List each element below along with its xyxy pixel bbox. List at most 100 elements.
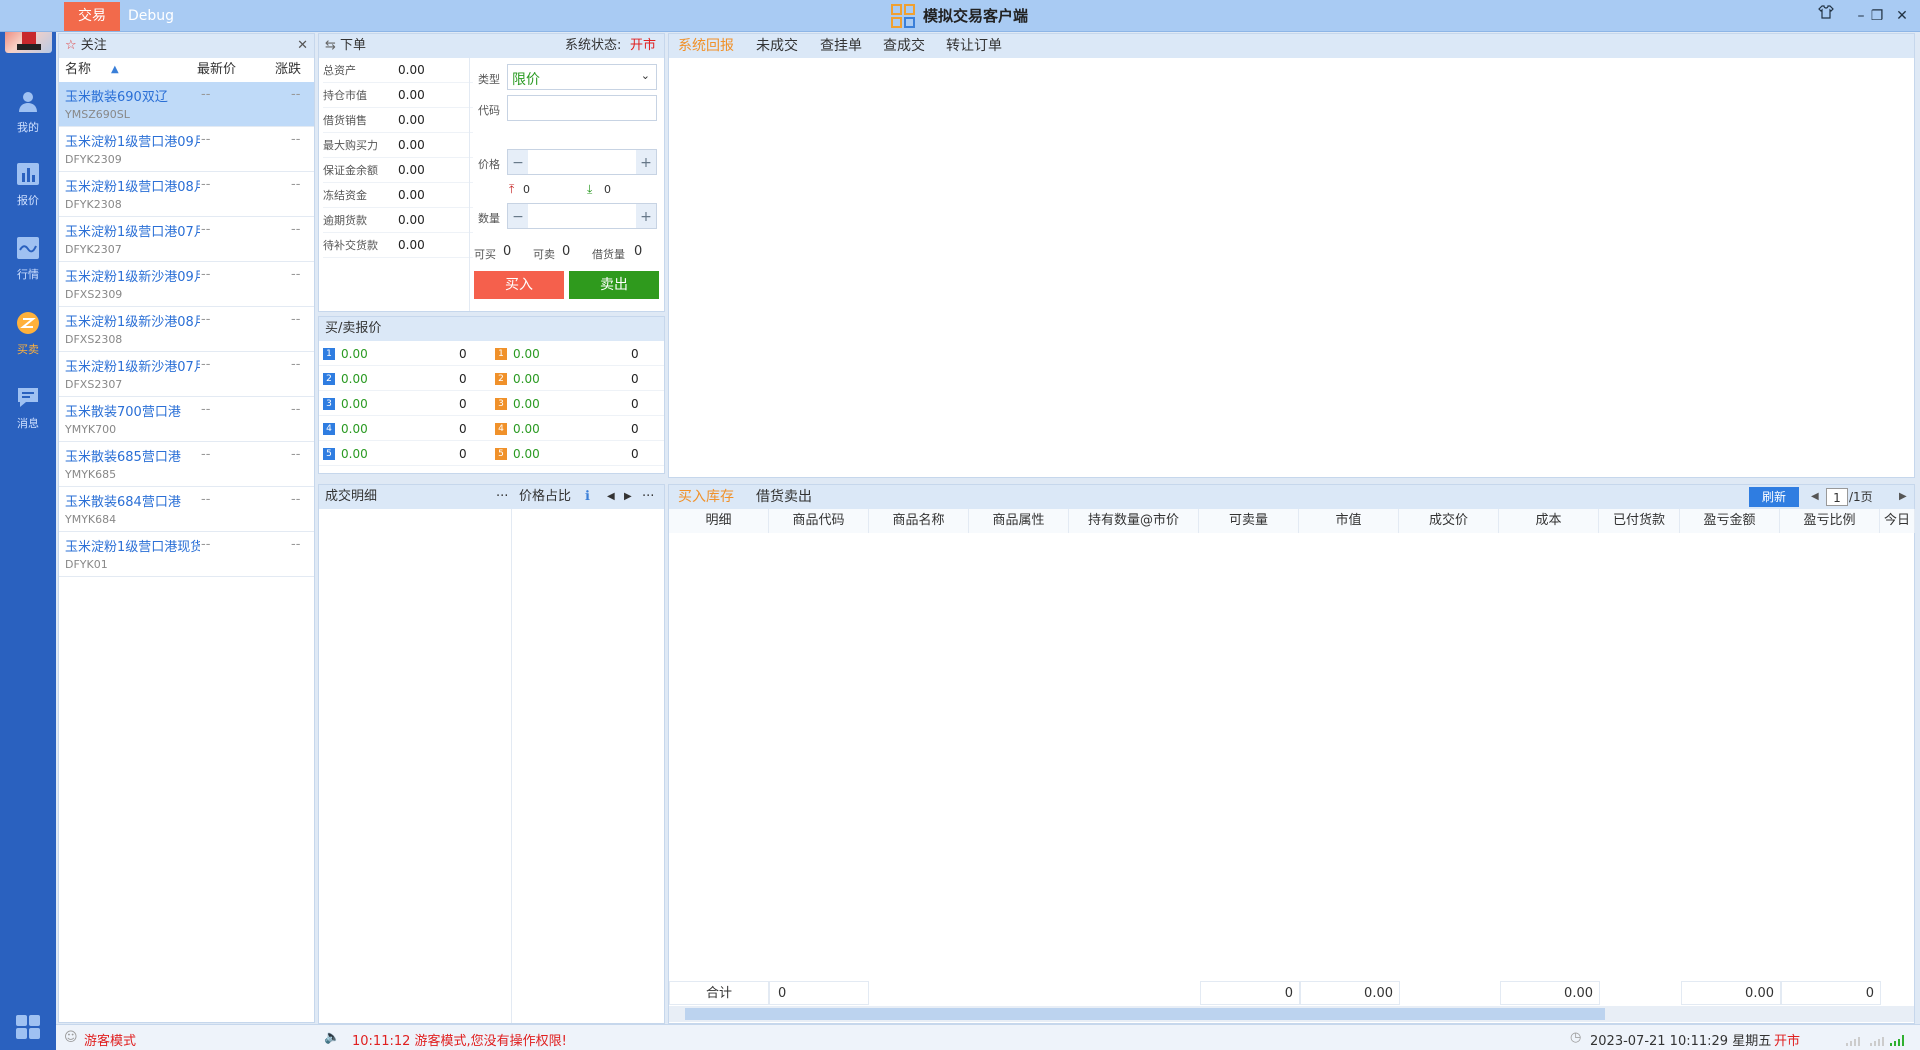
code-input[interactable] [507, 95, 657, 121]
col-name[interactable]: 名称 [65, 62, 91, 77]
info-icon[interactable]: ℹ [585, 485, 590, 509]
price-stepper[interactable]: − + [507, 149, 657, 175]
qty-decrement[interactable]: − [508, 204, 528, 228]
column-header[interactable]: 成本 [1499, 509, 1599, 533]
watchlist-item[interactable]: 玉米淀粉1级营口港07月 DFYK2307 -- -- [59, 217, 314, 262]
page-input[interactable]: 1 [1826, 488, 1848, 506]
tab-unfilled[interactable]: 未成交 [756, 34, 798, 58]
column-header[interactable]: 市值 [1299, 509, 1399, 533]
tab-filled[interactable]: 查成交 [883, 34, 925, 58]
watchlist-item[interactable]: 玉米淀粉1级营口港09月 DFYK2309 -- -- [59, 127, 314, 172]
datetime: 2023-07-21 10:11:29 星期五 [1590, 1034, 1772, 1049]
account-row: 逾期货款 0.00 [323, 208, 473, 233]
column-header[interactable]: 盈亏金额 [1680, 509, 1780, 533]
ratio-more-icon[interactable]: ··· [642, 485, 654, 509]
tab-pending[interactable]: 查挂单 [820, 34, 862, 58]
rail-item-market[interactable]: 行情 [0, 235, 56, 282]
chevron-left-icon[interactable]: ◀ [607, 485, 615, 509]
trades-panel: 成交明细 ··· 价格占比 ℹ ◀ ▶ ··· [318, 484, 665, 1024]
system-status: 开市 [630, 38, 657, 53]
grid-icon[interactable] [14, 1013, 42, 1041]
chevron-right-icon[interactable]: ▶ [624, 485, 632, 509]
column-header[interactable]: 可卖量 [1199, 509, 1299, 533]
item-price: -- [201, 222, 211, 237]
item-code: YMYK700 [65, 423, 117, 436]
watchlist-item[interactable]: 玉米散装690双辽 YMSZ690SL -- -- [59, 82, 314, 127]
column-header[interactable]: 持有数量@市价 [1069, 509, 1199, 533]
sort-icon[interactable]: ▲ [111, 58, 119, 82]
quote-row[interactable]: 2 0.00 0 2 0.00 0 [319, 366, 664, 391]
qty-increment[interactable]: + [636, 204, 656, 228]
sell-level-badge: 3 [495, 398, 507, 410]
tab-transfer-orders[interactable]: 转让订单 [946, 34, 1002, 58]
tab-buy-inventory[interactable]: 买入库存 [678, 485, 734, 509]
prev-page-icon[interactable]: ◀ [1811, 485, 1819, 509]
quantity-stepper[interactable]: − + [507, 203, 657, 229]
quote-row[interactable]: 4 0.00 0 4 0.00 0 [319, 416, 664, 441]
trades-more-icon[interactable]: ··· [496, 485, 508, 509]
rail-item-quote[interactable]: 报价 [0, 161, 56, 208]
column-header[interactable]: 成交价 [1399, 509, 1499, 533]
close-icon[interactable]: ✕ [297, 34, 308, 58]
quote-row[interactable]: 1 0.00 0 1 0.00 0 [319, 341, 664, 366]
account-row: 总资产 0.00 [323, 58, 473, 83]
item-name: 玉米散装685营口港 [65, 450, 181, 465]
price-increment[interactable]: + [636, 150, 656, 174]
item-change: -- [291, 492, 301, 507]
column-header[interactable]: 盈亏比例 [1780, 509, 1880, 533]
item-change: -- [291, 222, 301, 237]
type-select[interactable]: 限价 ⌄ [507, 64, 657, 90]
item-change: -- [291, 537, 301, 552]
item-change: -- [291, 447, 301, 462]
column-header[interactable]: 明细 [669, 509, 769, 533]
column-header[interactable]: 商品属性 [969, 509, 1069, 533]
next-page-icon[interactable]: ▶ [1899, 485, 1907, 509]
item-price: -- [201, 402, 211, 417]
can-sell-label: 可卖 [533, 248, 555, 261]
col-price[interactable]: 最新价 [197, 58, 236, 82]
price-decrement[interactable]: − [508, 150, 528, 174]
tab-system-report[interactable]: 系统回报 [678, 34, 734, 58]
tab-debug[interactable]: Debug [114, 2, 188, 31]
skin-icon[interactable] [1814, 4, 1838, 28]
buy-button[interactable]: 买入 [474, 271, 564, 299]
watchlist-item[interactable]: 玉米淀粉1级新沙港09月 DFXS2309 -- -- [59, 262, 314, 307]
column-header[interactable]: 已付货款 [1599, 509, 1680, 533]
buy-level-badge: 2 [323, 373, 335, 385]
scrollbar-thumb[interactable] [685, 1008, 1605, 1020]
rail-item-trade[interactable]: 买卖 [0, 310, 56, 357]
tab-borrow-sell[interactable]: 借货卖出 [756, 485, 812, 509]
column-header[interactable]: 商品名称 [869, 509, 969, 533]
rail-item-mine[interactable]: 我的 [0, 88, 56, 135]
item-price: -- [201, 177, 211, 192]
close-icon[interactable]: ✕ [1890, 4, 1914, 28]
buy-level-badge: 3 [323, 398, 335, 410]
column-header[interactable]: 今日 [1880, 509, 1915, 533]
sell-volume: 0 [631, 347, 639, 361]
buy-volume: 0 [459, 447, 467, 461]
watchlist-item[interactable]: 玉米散装700营口港 YMYK700 -- -- [59, 397, 314, 442]
title-bar: 交易 Debug 模拟交易客户端 – ❐ ✕ [0, 0, 1920, 32]
col-change[interactable]: 涨跌 [275, 58, 301, 82]
item-code: DFYK2308 [65, 198, 122, 211]
watchlist-item[interactable]: 玉米淀粉1级新沙港08月 DFXS2308 -- -- [59, 307, 314, 352]
totals-code: 0 [769, 981, 869, 1005]
item-change: -- [291, 402, 301, 417]
rail-item-message[interactable]: 消息 [0, 384, 56, 431]
account-row: 待补交货款 0.00 [323, 233, 473, 258]
watchlist-item[interactable]: 玉米淀粉1级营口港08月 DFYK2308 -- -- [59, 172, 314, 217]
watchlist-item[interactable]: 玉米淀粉1级新沙港07月 DFXS2307 -- -- [59, 352, 314, 397]
watchlist-item[interactable]: 玉米散装684营口港 YMYK684 -- -- [59, 487, 314, 532]
horizontal-scrollbar[interactable] [669, 1006, 1914, 1022]
quote-row[interactable]: 5 0.00 0 5 0.00 0 [319, 441, 664, 466]
refresh-button[interactable]: 刷新 [1749, 487, 1799, 507]
watchlist-item[interactable]: 玉米散装685营口港 YMYK685 -- -- [59, 442, 314, 487]
watchlist-item[interactable]: 玉米淀粉1级营口港现货 DFYK01 -- -- [59, 532, 314, 577]
restore-icon[interactable]: ❐ [1865, 4, 1889, 28]
tab-trade[interactable]: 交易 [64, 2, 120, 31]
sell-button[interactable]: 卖出 [569, 271, 659, 299]
column-header[interactable]: 商品代码 [769, 509, 869, 533]
watchlist-title: 关注 [80, 38, 107, 53]
quote-row[interactable]: 3 0.00 0 3 0.00 0 [319, 391, 664, 416]
account-label: 待补交货款 [323, 239, 378, 252]
